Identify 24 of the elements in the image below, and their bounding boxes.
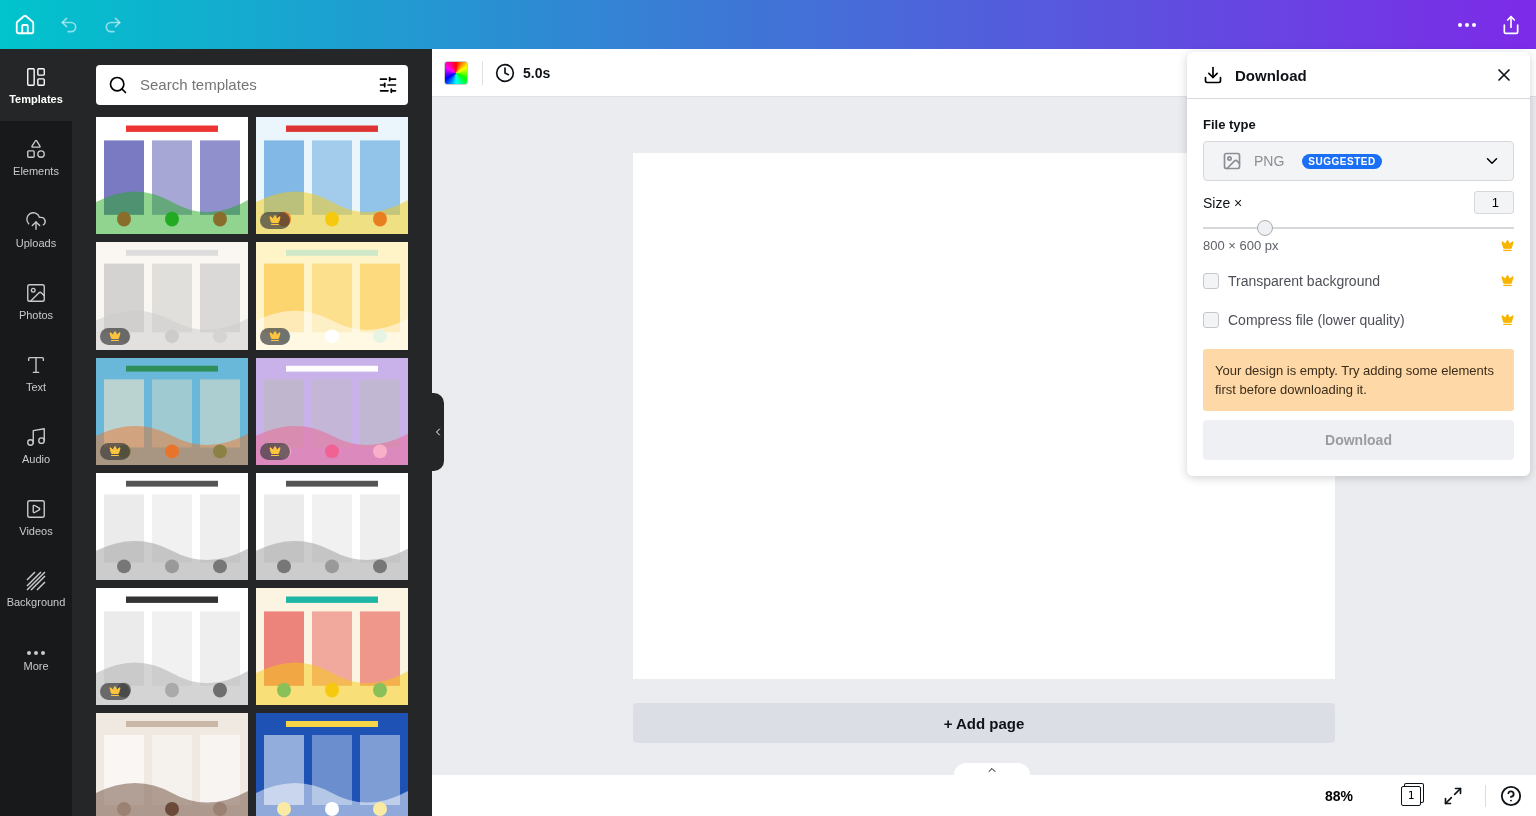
duration-button[interactable]: 5.0s [482,60,551,85]
rail-tab[interactable]: Text [0,337,72,409]
rail-tab[interactable]: Uploads [0,193,72,265]
size-input[interactable]: 1 [1474,191,1514,214]
zoom-button[interactable]: 88% [1318,786,1359,805]
field-label: File type [1203,117,1257,132]
suggested-badge: SUGGESTED [1302,153,1382,169]
size-label: Size × [1203,194,1243,211]
rail-tab[interactable]: Elements [0,121,72,193]
warning-message: Your design is empty. Try adding some elements first before downloading it. [1203,349,1514,411]
rail-tab[interactable]: Videos [0,481,72,553]
page-count-button[interactable]: 1 [1401,785,1421,806]
panel-title: Download [1235,66,1308,84]
search-bar[interactable]: Search templates [96,65,408,105]
file-type-dropdown[interactable]: PNG SUGGESTED [1203,141,1514,181]
rail-tab[interactable]: Audio [0,409,72,481]
option-label: Transparent background [1228,272,1382,289]
rail-tab[interactable]: Templates [0,49,72,121]
dimensions-text: 800 × 600 px [1203,238,1279,253]
option-label: Compress file (lower quality) [1228,311,1406,328]
add-page-button[interactable]: + Add page [633,703,1335,743]
rail-tab[interactable]: More [0,625,72,697]
rail-tab[interactable]: Background [0,553,72,625]
rail-tab[interactable]: Photos [0,265,72,337]
